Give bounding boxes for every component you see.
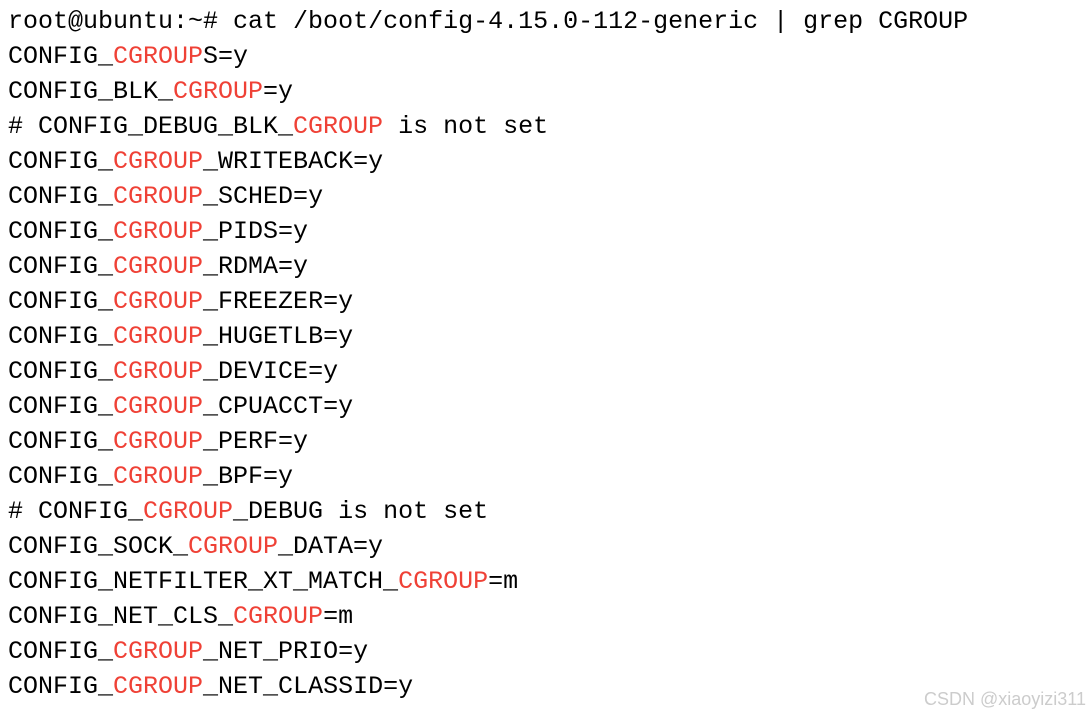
grep-match: CGROUP [113,322,203,351]
text-segment: _SCHED=y [203,182,323,211]
grep-match: CGROUP [113,147,203,176]
grep-match: CGROUP [293,112,383,141]
grep-match: CGROUP [113,287,203,316]
text-segment: CONFIG_ [8,42,113,71]
text-segment: is not set [383,112,548,141]
output-line: # CONFIG_CGROUP_DEBUG is not set [8,494,1078,529]
text-segment: CONFIG_ [8,462,113,491]
text-segment: _PIDS=y [203,217,308,246]
output-line: CONFIG_CGROUP_CPUACCT=y [8,389,1078,424]
text-segment: CONFIG_ [8,392,113,421]
grep-match: CGROUP [173,77,263,106]
text-segment: _PERF=y [203,427,308,456]
grep-match: CGROUP [398,567,488,596]
text-segment: _NET_CLASSID=y [203,672,413,701]
watermark-text: CSDN @xiaoyizi311 [924,687,1086,712]
output-line: CONFIG_CGROUPS=y [8,39,1078,74]
output-line: CONFIG_CGROUP_HUGETLB=y [8,319,1078,354]
text-segment: CONFIG_ [8,672,113,701]
command-text: cat /boot/config-4.15.0-112-generic | gr… [233,7,968,36]
text-segment: _BPF=y [203,462,293,491]
text-segment: CONFIG_ [8,637,113,666]
output-line: CONFIG_CGROUP_SCHED=y [8,179,1078,214]
text-segment: CONFIG_ [8,427,113,456]
text-segment: _DATA=y [278,532,383,561]
grep-match: CGROUP [113,182,203,211]
text-segment: CONFIG_NET_CLS_ [8,602,233,631]
text-segment: _DEVICE=y [203,357,338,386]
text-segment: S=y [203,42,248,71]
output-line: CONFIG_CGROUP_BPF=y [8,459,1078,494]
text-segment: _WRITEBACK=y [203,147,383,176]
text-segment: CONFIG_ [8,322,113,351]
output-line: CONFIG_CGROUP_PIDS=y [8,214,1078,249]
output-line: CONFIG_CGROUP_PERF=y [8,424,1078,459]
text-segment: _CPUACCT=y [203,392,353,421]
output-lines: CONFIG_CGROUPS=yCONFIG_BLK_CGROUP=y# CON… [8,39,1078,704]
text-segment: _RDMA=y [203,252,308,281]
shell-prompt: root@ubuntu:~# [8,7,233,36]
grep-match: CGROUP [113,252,203,281]
output-line: CONFIG_CGROUP_NET_CLASSID=y [8,669,1078,704]
grep-match: CGROUP [143,497,233,526]
text-segment: =m [323,602,353,631]
grep-match: CGROUP [113,392,203,421]
grep-match: CGROUP [113,217,203,246]
grep-match: CGROUP [113,462,203,491]
text-segment: # CONFIG_DEBUG_BLK_ [8,112,293,141]
text-segment: CONFIG_ [8,287,113,316]
grep-match: CGROUP [113,427,203,456]
grep-match: CGROUP [113,637,203,666]
text-segment: # CONFIG_ [8,497,143,526]
output-line: CONFIG_CGROUP_NET_PRIO=y [8,634,1078,669]
output-line: CONFIG_NET_CLS_CGROUP=m [8,599,1078,634]
output-line: # CONFIG_DEBUG_BLK_CGROUP is not set [8,109,1078,144]
text-segment: _FREEZER=y [203,287,353,316]
output-line: CONFIG_CGROUP_DEVICE=y [8,354,1078,389]
grep-match: CGROUP [233,602,323,631]
text-segment: CONFIG_BLK_ [8,77,173,106]
text-segment: =y [263,77,293,106]
grep-match: CGROUP [188,532,278,561]
grep-match: CGROUP [113,42,203,71]
text-segment: CONFIG_ [8,182,113,211]
output-line: CONFIG_CGROUP_RDMA=y [8,249,1078,284]
output-line: CONFIG_BLK_CGROUP=y [8,74,1078,109]
text-segment: CONFIG_SOCK_ [8,532,188,561]
text-segment: _HUGETLB=y [203,322,353,351]
output-line: CONFIG_CGROUP_WRITEBACK=y [8,144,1078,179]
text-segment: =m [488,567,518,596]
text-segment: _NET_PRIO=y [203,637,368,666]
output-line: CONFIG_CGROUP_FREEZER=y [8,284,1078,319]
text-segment: CONFIG_ [8,217,113,246]
text-segment: CONFIG_ [8,357,113,386]
text-segment: _DEBUG is not set [233,497,488,526]
command-line: root@ubuntu:~# cat /boot/config-4.15.0-1… [8,4,1078,39]
text-segment: CONFIG_NETFILTER_XT_MATCH_ [8,567,398,596]
text-segment: CONFIG_ [8,147,113,176]
grep-match: CGROUP [113,357,203,386]
grep-match: CGROUP [113,672,203,701]
output-line: CONFIG_NETFILTER_XT_MATCH_CGROUP=m [8,564,1078,599]
terminal-output: root@ubuntu:~# cat /boot/config-4.15.0-1… [8,4,1078,704]
text-segment: CONFIG_ [8,252,113,281]
output-line: CONFIG_SOCK_CGROUP_DATA=y [8,529,1078,564]
